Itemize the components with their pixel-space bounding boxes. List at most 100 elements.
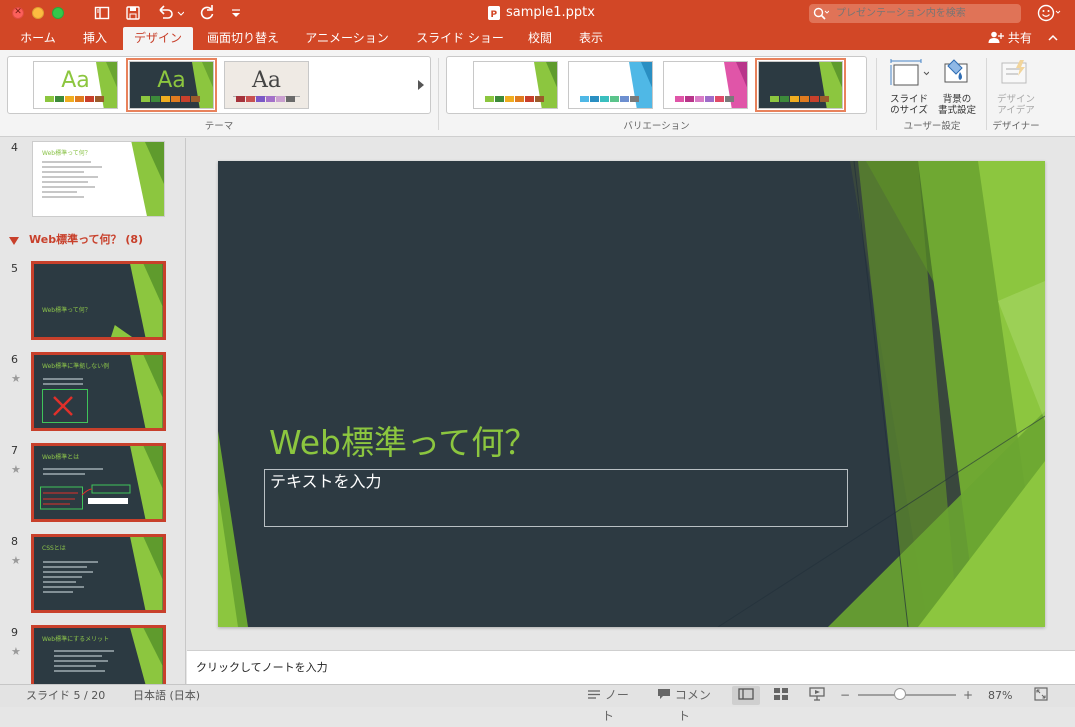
add-person-icon [988,31,1004,43]
theme-swatches [675,96,735,102]
format-background-button[interactable] [940,58,974,88]
designer-group-label: デザイナー [992,121,1040,132]
search-icon[interactable] [813,4,830,23]
thumbnail-text-lines [43,561,98,596]
thumb-decoration [130,537,163,610]
section-collapse-icon[interactable] [9,234,21,248]
thumbnail-text-lines [54,650,114,675]
svg-text:P: P [491,10,498,20]
theme-sample-text: Aa [61,68,90,93]
redo-icon[interactable] [198,4,216,22]
save-icon[interactable] [124,4,142,22]
tab-animations[interactable]: アニメーション [298,27,396,50]
tab-view[interactable]: 表示 [572,27,610,50]
theme-facet-dark[interactable]: Aa [126,58,217,112]
slide-canvas[interactable]: Web標準って何？ テキストを入力 [218,161,1045,627]
tab-slideshow[interactable]: スライド ショー [408,27,512,50]
fit-to-window-icon[interactable] [1032,685,1050,706]
notes-pane[interactable]: クリックしてノートを入力 [187,650,1075,684]
tab-design[interactable]: デザイン [123,27,193,50]
thumbnail-title: Web標準とは [42,454,80,461]
variations-group-label: バリエーション [623,121,690,132]
slideshow-view-icon[interactable] [806,685,828,706]
thumbnail-text-lines [43,378,83,388]
document-icon: P [488,6,500,20]
format-background-label: 背景の 書式設定 [932,94,982,116]
theme-swatches [770,96,830,102]
notes-icon [588,690,601,699]
slide-number: 8 [11,535,18,548]
slide-thumbnail-6[interactable]: Web標準に準拠しない例 [31,352,166,431]
collapse-ribbon-icon[interactable] [1045,27,1061,50]
theme-gallery-beige[interactable]: Aa [224,61,309,109]
zoom-percent[interactable]: 87% [988,685,1012,706]
thumbnail-title: CSSとは [42,545,66,552]
gallery-next-icon[interactable] [414,77,428,93]
slide-size-label-line1: スライド [889,94,928,105]
share-button[interactable]: 共有 [988,27,1032,50]
smiley-icon[interactable] [1037,3,1061,23]
comments-label: コメント [674,688,711,723]
thumb-decoration [130,355,163,428]
design-ideas-icon [1001,60,1027,84]
thumbnail-title: Web標準に準拠しない例 [42,363,110,370]
slide-size-label: スライド のサイズ [884,94,934,116]
slide-size-button[interactable] [889,58,930,88]
theme-swatches [580,96,640,102]
thumb-decoration [131,142,164,216]
zoom-slider[interactable] [858,694,956,696]
slide-thumbnail-5[interactable]: Web標準って何？ [31,261,166,340]
slide-thumbnail-8[interactable]: CSSとは [31,534,166,613]
notes-toggle-button[interactable]: ノート [582,685,634,723]
format-background-label-line1: 背景の [942,94,972,105]
normal-view-icon [732,685,760,706]
tab-insert[interactable]: 挿入 [75,27,115,50]
minimize-window-button[interactable] [32,7,44,19]
zoom-in-icon[interactable]: + [961,685,975,706]
zoom-out-icon[interactable]: − [838,685,852,706]
theme-facet-light[interactable]: Aa [33,61,118,109]
slide-sorter-view-icon[interactable] [770,685,792,706]
format-background-icon [944,59,968,83]
format-background-label-line2: 書式設定 [937,105,976,116]
theme-swatches [45,96,105,102]
close-icon: ✕ [14,7,22,17]
section-title[interactable]: Web標準って何？ (8) [29,233,143,247]
comments-toggle-button[interactable]: コメント [652,685,716,723]
slide-size-icon [890,59,930,86]
slide-subtitle-placeholder[interactable]: テキストを入力 [264,469,848,527]
customize-toolbar-icon[interactable] [228,4,244,22]
thumb-decoration [130,628,163,684]
thumbnail-text-lines [43,468,103,478]
design-ideas-button[interactable] [998,58,1034,88]
variant-pink[interactable] [663,61,748,109]
design-ideas-label-line1: デザイン [996,94,1035,105]
slide-number: 5 [11,262,18,275]
share-label: 共有 [1007,31,1032,45]
tab-home[interactable]: ホーム [12,27,64,50]
slide-thumbnail-4[interactable]: Web標準って何？ [32,141,165,217]
group-separator [986,58,987,130]
tab-transitions[interactable]: 画面切り替え [200,27,286,50]
group-separator [438,58,439,130]
slide-thumbnail-7[interactable]: Web標準とは [31,443,166,522]
document-title: sample1.pptx [506,5,595,20]
sidebar-icon[interactable] [93,4,111,22]
tab-review[interactable]: 校閲 [520,27,560,50]
variant-dark-green[interactable] [755,58,846,112]
slide-number: 9 [11,626,18,639]
theme-sample-text: Aa [157,68,186,93]
maximize-window-button[interactable] [52,7,64,19]
slide-thumbnail-9[interactable]: Web標準にするメリット [31,625,166,684]
slide-title[interactable]: Web標準って何？ [269,422,537,464]
undo-icon[interactable] [155,4,185,22]
thumbnail-diagram [40,484,131,510]
star-icon: ★ [11,645,21,658]
language-indicator[interactable]: 日本語 (日本) [133,685,200,706]
design-ideas-label: デザイン アイデア [990,94,1042,116]
slide-number: 6 [11,353,18,366]
variant-blue[interactable] [568,61,653,109]
variant-green[interactable] [473,61,558,109]
comment-icon [658,689,671,699]
search-input[interactable] [836,4,1016,23]
